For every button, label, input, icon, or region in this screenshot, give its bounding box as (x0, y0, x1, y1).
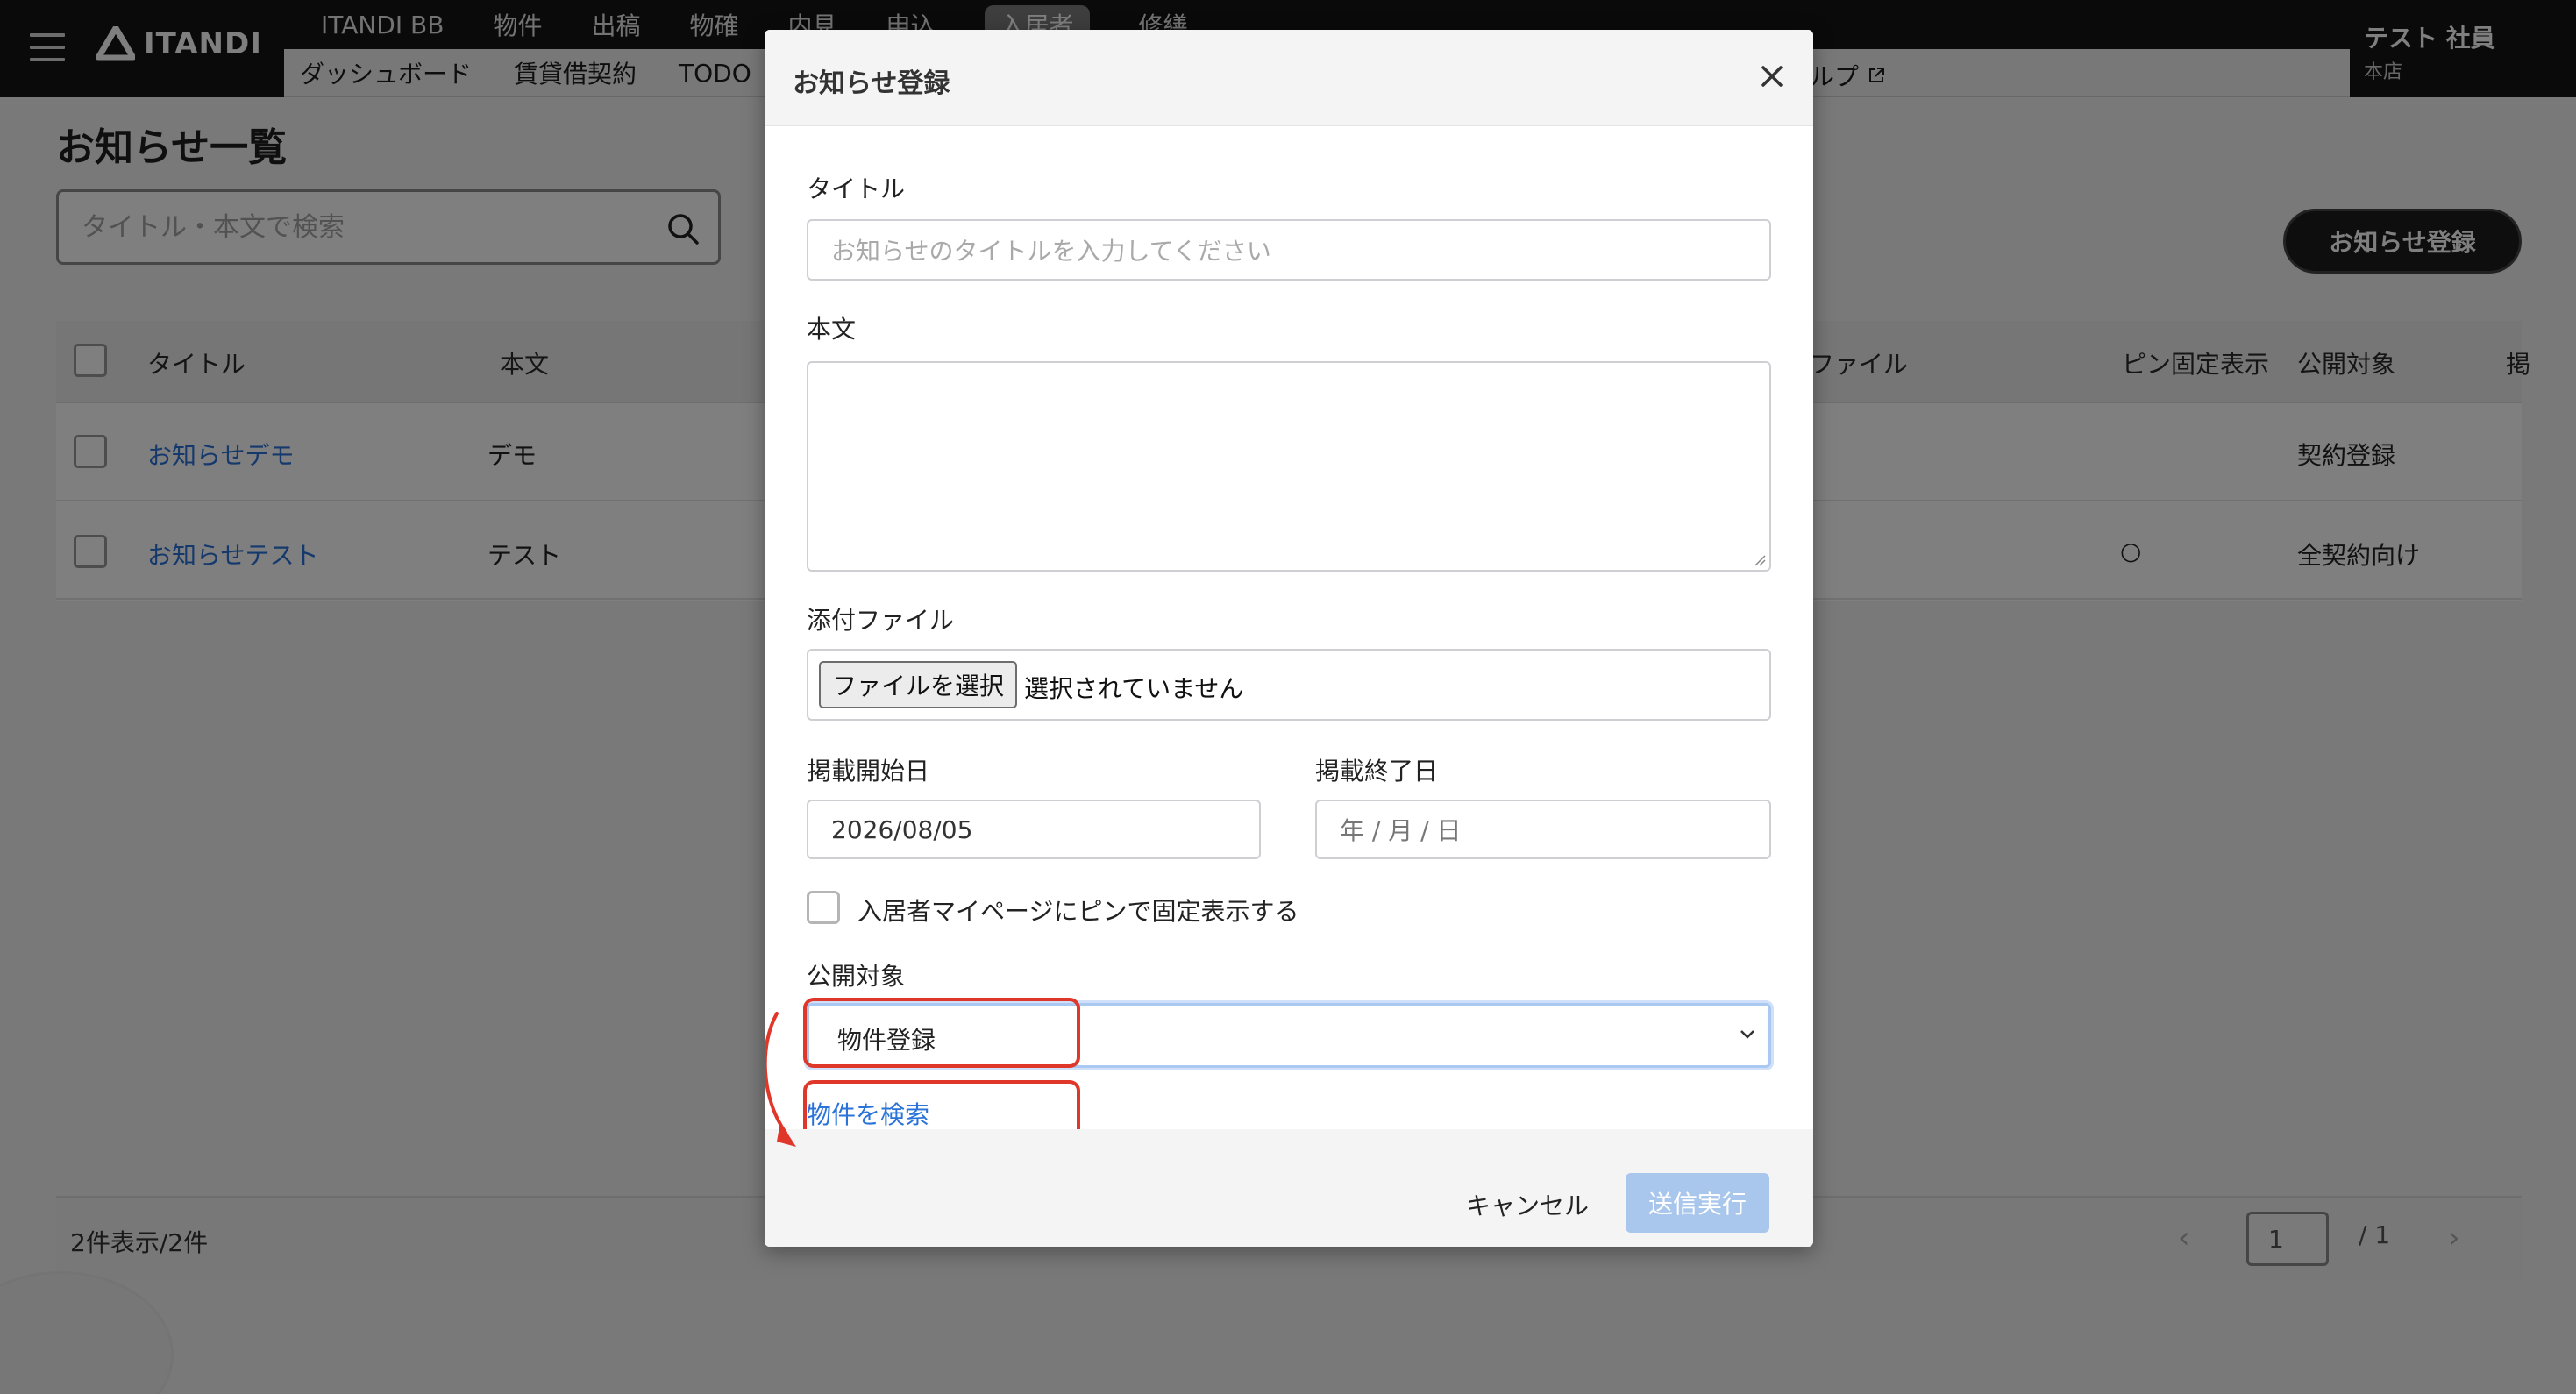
pin-checkbox-label[interactable]: 入居者マイページにピンで固定表示する (857, 893, 1299, 928)
file-status: 選択されていません (1024, 674, 1244, 703)
resize-grip-icon[interactable] (1752, 552, 1766, 566)
annotation-highlight-select (803, 998, 1080, 1068)
notice-register-modal: お知らせ登録 タイトル お知らせのタイトルを入力してください 本文 添付ファイル… (765, 30, 1813, 1247)
modal-title: お知らせ登録 (793, 68, 950, 99)
chevron-down-icon (1740, 1030, 1754, 1039)
title-label: タイトル (807, 174, 906, 203)
end-date-label: 掲載終了日 (1315, 757, 1439, 786)
end-date-input[interactable]: 年 / 月 / 日 (1315, 800, 1771, 859)
title-placeholder: お知らせのタイトルを入力してください (831, 237, 1271, 266)
start-date-label: 掲載開始日 (807, 757, 930, 786)
pin-checkbox[interactable] (807, 891, 840, 924)
close-icon[interactable] (1759, 63, 1785, 89)
title-input[interactable]: お知らせのタイトルを入力してください (807, 219, 1771, 281)
target-label: 公開対象 (807, 962, 906, 991)
file-label: 添付ファイル (807, 606, 955, 635)
body-textarea[interactable] (807, 361, 1771, 572)
choose-file-button[interactable]: ファイルを選択 (819, 661, 1017, 708)
file-input[interactable]: ファイルを選択 選択されていません (807, 649, 1771, 721)
start-date-input[interactable]: 2026/08/05 (807, 800, 1261, 859)
annotation-arrow-icon (765, 1012, 796, 1147)
start-date-value: 2026/08/05 (831, 814, 973, 844)
cancel-button[interactable]: キャンセル (1466, 1187, 1589, 1222)
modal-footer: キャンセル 送信実行 (765, 1129, 1813, 1247)
modal-header: お知らせ登録 (765, 30, 1813, 126)
submit-button[interactable]: 送信実行 (1626, 1173, 1769, 1233)
end-date-placeholder: 年 / 月 / 日 (1340, 816, 1462, 845)
body-label: 本文 (807, 315, 857, 344)
